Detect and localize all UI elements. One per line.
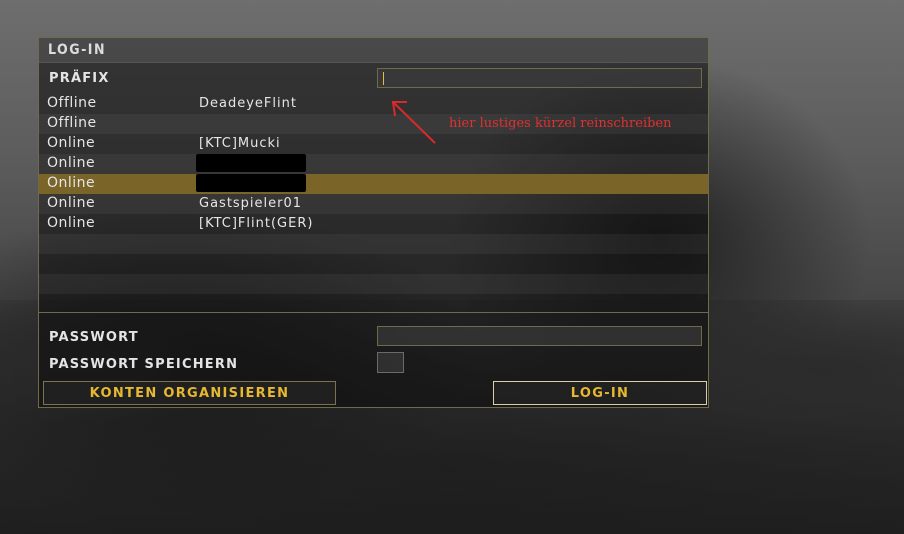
redaction-mark bbox=[196, 174, 306, 192]
profile-row[interactable]: Online [KTC]Mucki bbox=[39, 134, 708, 154]
save-password-label: PASSWORT SPEICHERN bbox=[49, 357, 239, 372]
prefix-input[interactable] bbox=[377, 68, 702, 88]
annotation-arrow-icon bbox=[391, 101, 436, 144]
login-dialog: LOG-IN PRÄFIX Offline DeadeyeFlint Offline… bbox=[38, 37, 709, 408]
profile-status: Online bbox=[47, 135, 96, 151]
profile-status: Online bbox=[47, 215, 96, 231]
profile-status: Online bbox=[47, 175, 96, 191]
password-label: PASSWORT bbox=[49, 330, 139, 345]
profile-row[interactable]: Online [KTC]Flint(GER) bbox=[39, 214, 708, 234]
login-button[interactable]: LOG-IN bbox=[493, 381, 707, 405]
empty-profile-row bbox=[39, 294, 708, 314]
profile-row[interactable]: Online bbox=[39, 154, 708, 174]
dialog-title: LOG-IN bbox=[48, 42, 107, 58]
dialog-titlebar: LOG-IN bbox=[39, 38, 708, 63]
profile-name: [KTC]Flint(GER) bbox=[199, 216, 314, 231]
manage-accounts-button[interactable]: KONTEN ORGANISIEREN bbox=[43, 381, 336, 405]
profile-status: Offline bbox=[47, 95, 97, 111]
profile-name: DeadeyeFlint bbox=[199, 96, 297, 111]
profile-name: [KTC]Mucki bbox=[199, 136, 281, 151]
empty-profile-row bbox=[39, 234, 708, 254]
empty-profile-row bbox=[39, 254, 708, 274]
profile-row[interactable]: Offline DeadeyeFlint bbox=[39, 94, 708, 114]
annotation-text: hier lustiges kürzel reinschreiben bbox=[449, 116, 672, 131]
save-password-checkbox[interactable] bbox=[377, 352, 404, 373]
profile-name: Gastspieler01 bbox=[199, 196, 303, 211]
profile-status: Online bbox=[47, 155, 96, 171]
redaction-mark bbox=[196, 154, 306, 172]
prefix-label: PRÄFIX bbox=[49, 71, 110, 86]
empty-profile-row bbox=[39, 274, 708, 294]
divider bbox=[39, 312, 708, 313]
password-input[interactable] bbox=[377, 326, 702, 346]
profile-status: Offline bbox=[47, 115, 97, 131]
text-caret bbox=[383, 72, 384, 85]
profile-row[interactable]: Online bbox=[39, 174, 708, 194]
profile-row[interactable]: Online Gastspieler01 bbox=[39, 194, 708, 214]
profile-status: Online bbox=[47, 195, 96, 211]
